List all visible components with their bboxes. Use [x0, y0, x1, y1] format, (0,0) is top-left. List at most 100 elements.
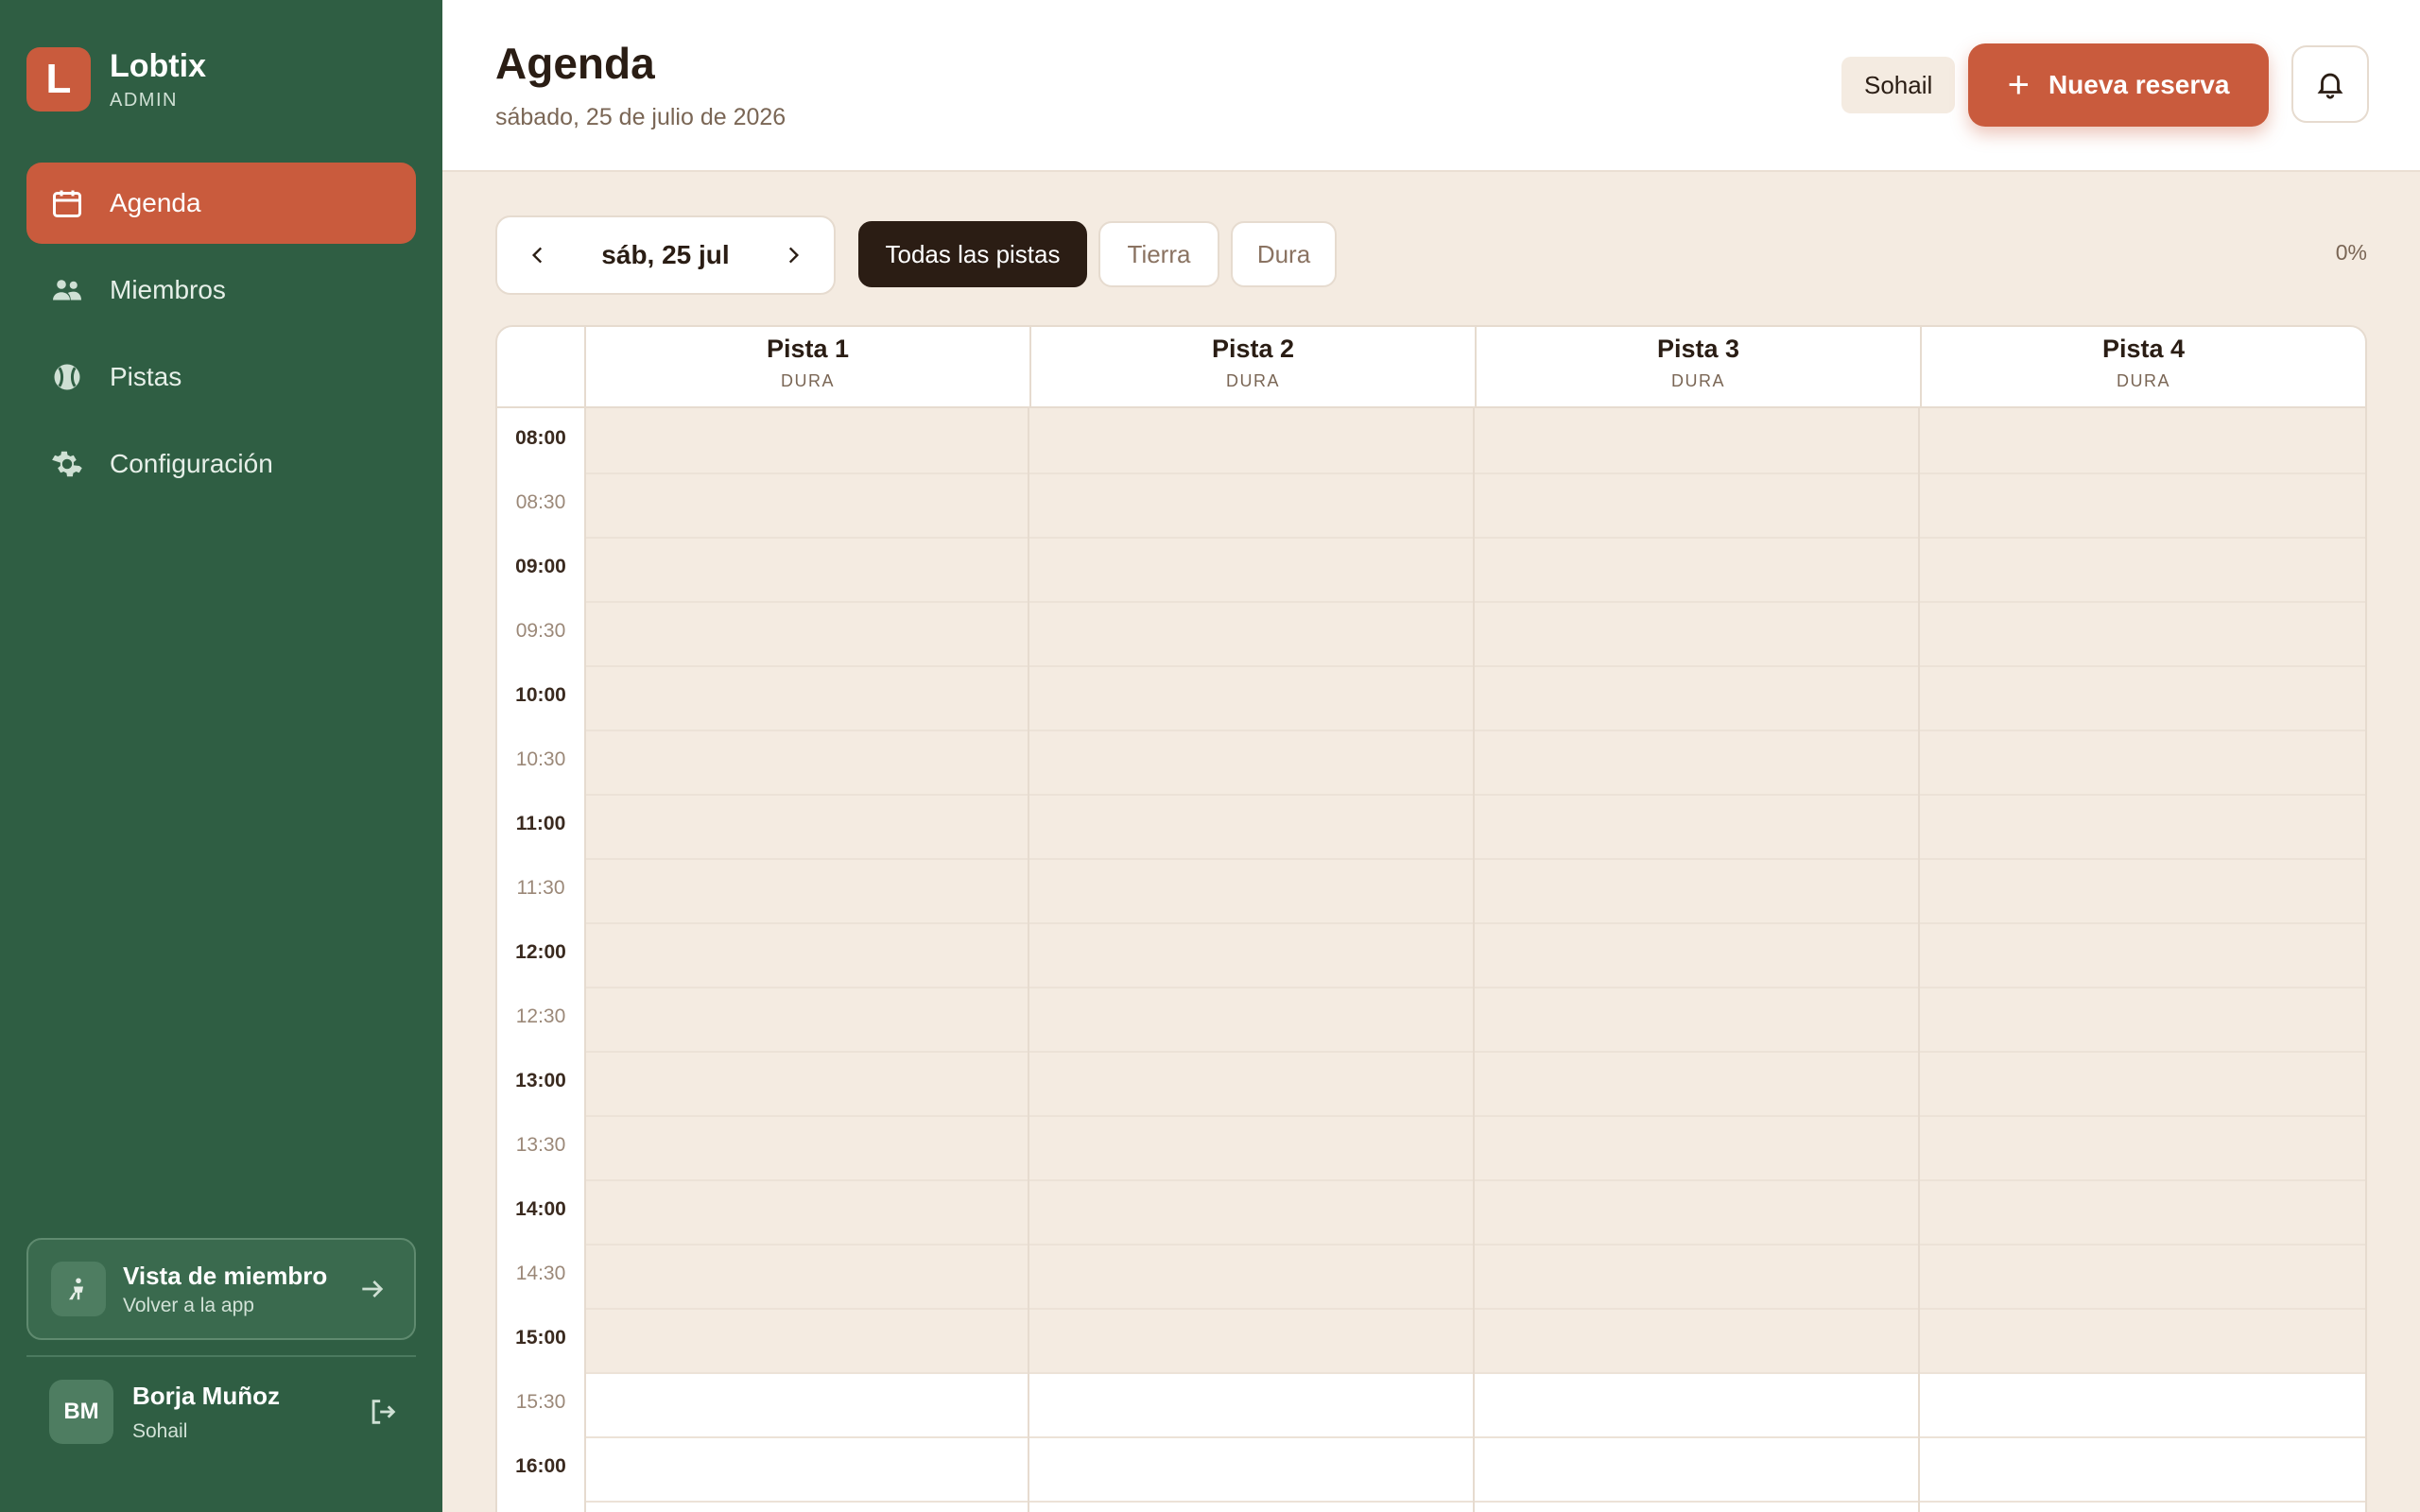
page-date: sábado, 25 de julio de 2026: [495, 104, 786, 130]
tennis-player-icon: [51, 1262, 106, 1316]
bell-icon: [2317, 73, 2343, 99]
user-profile: BM Borja Muñoz Sohail: [49, 1380, 399, 1444]
court-name: Pista 3: [1656, 335, 1740, 363]
brand-name: Lobtix: [110, 47, 206, 84]
people-icon: [49, 272, 85, 308]
arrow-right-icon: [362, 1280, 384, 1297]
sidebar-item-configuracion[interactable]: Configuración: [26, 423, 416, 505]
unavailable-slots: [584, 408, 2365, 1372]
sidebar-item-label: Pistas: [110, 362, 182, 391]
user-name: Borja Muñoz: [132, 1381, 280, 1410]
sidebar: L Lobtix ADMIN Agenda Miembros Pistas Co…: [0, 0, 442, 1512]
time-label: 09:00: [515, 556, 566, 577]
slot-divider: [584, 665, 2365, 667]
time-label: 12:30: [515, 1005, 566, 1027]
sidebar-item-agenda[interactable]: Agenda: [26, 163, 416, 244]
court-column-divider: [1918, 408, 1920, 1512]
filter-tierra[interactable]: Tierra: [1098, 221, 1219, 287]
slot-divider: [584, 1179, 2365, 1181]
filter-dura[interactable]: Dura: [1231, 221, 1337, 287]
plus-icon: +: [2007, 64, 2030, 106]
new-booking-label: Nueva reserva: [2048, 70, 2230, 99]
slot-divider: [584, 987, 2365, 988]
slot-divider: [584, 537, 2365, 539]
user-text: Borja Muñoz Sohail: [132, 1382, 367, 1443]
court-name: Pista 2: [1211, 335, 1295, 363]
time-label: 15:00: [515, 1327, 566, 1349]
time-label: 10:30: [515, 748, 566, 770]
time-label: 11:00: [515, 813, 566, 834]
time-label: 08:00: [515, 427, 566, 449]
time-label: 11:30: [516, 877, 565, 899]
slot-divider: [584, 1436, 2365, 1438]
brand-logo: L: [26, 47, 91, 112]
time-label: 08:30: [515, 491, 566, 513]
slot-divider: [584, 794, 2365, 796]
court-type: DURA: [1670, 371, 1725, 390]
avatar[interactable]: BM: [49, 1380, 113, 1444]
sidebar-item-label: Agenda: [110, 188, 201, 217]
member-view-text: Vista de miembro Volver a la app: [123, 1262, 357, 1317]
page-title: Agenda: [495, 39, 655, 88]
court-header: Pista 1 DURA: [584, 327, 1029, 408]
slot-divider: [584, 1115, 2365, 1117]
time-slot-grid[interactable]: [584, 408, 2365, 1512]
slot-divider: [584, 730, 2365, 731]
court-header: Pista 3 DURA: [1475, 327, 1920, 408]
time-label: 15:30: [515, 1391, 566, 1413]
filter-all-courts[interactable]: Todas las pistas: [858, 221, 1087, 287]
time-label: 12:00: [515, 941, 566, 963]
chevron-right-icon[interactable]: [779, 241, 807, 269]
sidebar-item-pistas[interactable]: Pistas: [26, 336, 416, 418]
sidebar-item-miembros[interactable]: Miembros: [26, 249, 416, 331]
court-type: DURA: [1225, 371, 1280, 390]
court-name: Pista 4: [2101, 335, 2186, 363]
member-view-button[interactable]: Vista de miembro Volver a la app: [26, 1238, 416, 1340]
date-navigator: sáb, 25 jul: [495, 215, 836, 295]
court-column-divider: [1028, 408, 1029, 1512]
slot-divider: [584, 922, 2365, 924]
club-badge[interactable]: Sohail: [1841, 57, 1956, 113]
time-label: 10:00: [515, 684, 566, 706]
court-type: DURA: [2116, 371, 2170, 390]
slot-divider: [584, 1501, 2365, 1503]
time-label: 09:30: [515, 620, 566, 642]
brand-role: ADMIN: [110, 89, 178, 111]
time-label: 14:30: [515, 1263, 566, 1284]
time-label: 16:00: [515, 1455, 566, 1477]
notifications-button[interactable]: [2291, 45, 2369, 123]
logout-icon[interactable]: [367, 1396, 399, 1428]
slot-divider: [584, 858, 2365, 860]
time-label: 13:30: [515, 1134, 566, 1156]
member-view-subtitle: Volver a la app: [123, 1294, 254, 1316]
sidebar-item-label: Configuración: [110, 449, 273, 478]
time-column-divider: [584, 327, 586, 1512]
agenda-calendar: Pista 1 DURA Pista 2 DURA Pista 3 DURA P…: [495, 325, 2367, 1512]
tennis-ball-icon: [49, 359, 85, 395]
slot-divider: [584, 472, 2365, 474]
user-club: Sohail: [132, 1419, 188, 1442]
slot-divider: [584, 1051, 2365, 1053]
sidebar-nav: Agenda Miembros Pistas Configuración: [26, 163, 416, 510]
new-booking-button[interactable]: + Nueva reserva: [1968, 43, 2269, 127]
page-header: Agenda sábado, 25 de julio de 2026 Sohai…: [442, 0, 2420, 172]
slot-divider: [584, 1244, 2365, 1246]
brand-text: Lobtix ADMIN: [110, 48, 206, 112]
sidebar-divider: [26, 1355, 416, 1357]
slot-divider: [584, 1372, 2365, 1374]
court-column-divider: [1473, 408, 1475, 1512]
court-name: Pista 1: [766, 335, 850, 363]
court-header: Pista 4 DURA: [1920, 327, 2365, 408]
court-header: Pista 2 DURA: [1029, 327, 1475, 408]
court-type: DURA: [780, 371, 835, 390]
brand[interactable]: L Lobtix ADMIN: [26, 47, 206, 112]
gear-icon: [49, 446, 85, 482]
chevron-left-icon[interactable]: [524, 241, 552, 269]
current-date-label[interactable]: sáb, 25 jul: [601, 240, 729, 270]
member-view-title: Vista de miembro: [123, 1261, 328, 1290]
time-label: 13:00: [515, 1070, 566, 1091]
calendar-icon: [49, 185, 85, 221]
time-label: 14:00: [515, 1198, 566, 1220]
slot-divider: [584, 601, 2365, 603]
calendar-header: Pista 1 DURA Pista 2 DURA Pista 3 DURA P…: [497, 327, 2365, 408]
